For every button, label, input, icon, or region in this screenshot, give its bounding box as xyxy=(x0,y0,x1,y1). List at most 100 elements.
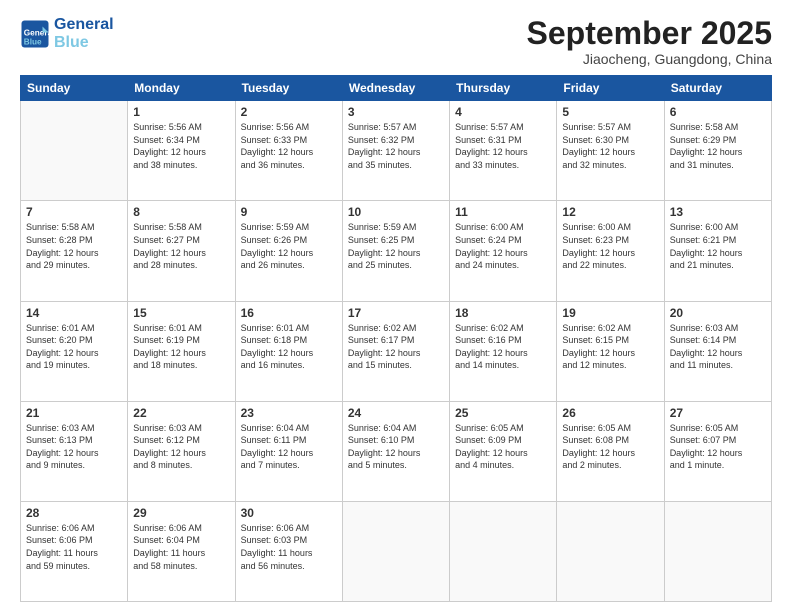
weekday-header-saturday: Saturday xyxy=(664,76,771,101)
week-row-4: 28 Sunrise: 6:06 AM Sunset: 6:06 PM Dayli… xyxy=(21,501,772,601)
calendar-cell: 29Sunrise: 6:06 AM Sunset: 6:04 PM Dayli… xyxy=(128,501,235,601)
day-number: 26 xyxy=(562,406,658,420)
month-title: September 2025 xyxy=(527,16,772,51)
day-info: Sunrise: 6:03 AM Sunset: 6:12 PM Dayligh… xyxy=(133,422,229,472)
calendar-cell: 18 Sunrise: 6:02 AM Sunset: 6:16 PM Dayli… xyxy=(450,301,557,401)
header: General Blue GeneralBlue September 2025 … xyxy=(20,16,772,67)
calendar-cell: 11Sunrise: 6:00 AM Sunset: 6:24 PM Dayli… xyxy=(450,201,557,301)
day-info: Sunrise: 5:58 AM Sunset: 6:29 PM Dayligh… xyxy=(670,121,766,171)
weekday-header-wednesday: Wednesday xyxy=(342,76,449,101)
day-number: 2 xyxy=(241,105,337,119)
calendar-cell: 16Sunrise: 6:01 AM Sunset: 6:18 PM Dayli… xyxy=(235,301,342,401)
day-info: Sunrise: 6:03 AM Sunset: 6:14 PM Dayligh… xyxy=(670,322,766,372)
calendar-cell: 13Sunrise: 6:00 AM Sunset: 6:21 PM Dayli… xyxy=(664,201,771,301)
calendar-cell: 26 Sunrise: 6:05 AM Sunset: 6:08 PM Dayli… xyxy=(557,401,664,501)
calendar-cell: 4 Sunrise: 5:57 AM Sunset: 6:31 PM Daylig… xyxy=(450,101,557,201)
weekday-header-row: SundayMondayTuesdayWednesdayThursdayFrid… xyxy=(21,76,772,101)
calendar-cell: 25 Sunrise: 6:05 AM Sunset: 6:09 PM Dayli… xyxy=(450,401,557,501)
location: Jiaocheng, Guangdong, China xyxy=(527,51,772,67)
page: General Blue GeneralBlue September 2025 … xyxy=(0,0,792,612)
day-number: 27 xyxy=(670,406,766,420)
calendar-cell xyxy=(450,501,557,601)
day-number: 23 xyxy=(241,406,337,420)
week-row-2: 14Sunrise: 6:01 AM Sunset: 6:20 PM Dayli… xyxy=(21,301,772,401)
logo-icon: General Blue xyxy=(20,19,50,49)
weekday-header-monday: Monday xyxy=(128,76,235,101)
day-number: 30 xyxy=(241,506,337,520)
weekday-header-thursday: Thursday xyxy=(450,76,557,101)
day-number: 17 xyxy=(348,306,444,320)
weekday-header-friday: Friday xyxy=(557,76,664,101)
day-number: 22 xyxy=(133,406,229,420)
day-info: Sunrise: 6:03 AM Sunset: 6:13 PM Dayligh… xyxy=(26,422,122,472)
week-row-1: 7 Sunrise: 5:58 AM Sunset: 6:28 PM Daylig… xyxy=(21,201,772,301)
day-number: 1 xyxy=(133,105,229,119)
calendar-cell: 24 Sunrise: 6:04 AM Sunset: 6:10 PM Dayli… xyxy=(342,401,449,501)
day-number: 4 xyxy=(455,105,551,119)
day-info: Sunrise: 5:58 AM Sunset: 6:28 PM Dayligh… xyxy=(26,221,122,271)
svg-text:Blue: Blue xyxy=(24,37,42,46)
day-info: Sunrise: 6:06 AM Sunset: 6:03 PM Dayligh… xyxy=(241,522,337,572)
day-number: 28 xyxy=(26,506,122,520)
calendar-cell: 22 Sunrise: 6:03 AM Sunset: 6:12 PM Dayli… xyxy=(128,401,235,501)
logo-text: GeneralBlue xyxy=(54,16,114,51)
day-info: Sunrise: 5:59 AM Sunset: 6:26 PM Dayligh… xyxy=(241,221,337,271)
day-info: Sunrise: 6:01 AM Sunset: 6:18 PM Dayligh… xyxy=(241,322,337,372)
day-info: Sunrise: 5:57 AM Sunset: 6:31 PM Dayligh… xyxy=(455,121,551,171)
day-number: 15 xyxy=(133,306,229,320)
calendar-cell: 30 Sunrise: 6:06 AM Sunset: 6:03 PM Dayli… xyxy=(235,501,342,601)
day-number: 10 xyxy=(348,205,444,219)
day-info: Sunrise: 5:56 AM Sunset: 6:34 PM Dayligh… xyxy=(133,121,229,171)
calendar-cell: 12Sunrise: 6:00 AM Sunset: 6:23 PM Dayli… xyxy=(557,201,664,301)
week-row-0: 1 Sunrise: 5:56 AM Sunset: 6:34 PM Daylig… xyxy=(21,101,772,201)
calendar-cell: 21Sunrise: 6:03 AM Sunset: 6:13 PM Dayli… xyxy=(21,401,128,501)
calendar-cell: 15 Sunrise: 6:01 AM Sunset: 6:19 PM Dayli… xyxy=(128,301,235,401)
day-info: Sunrise: 6:01 AM Sunset: 6:20 PM Dayligh… xyxy=(26,322,122,372)
calendar-cell xyxy=(557,501,664,601)
calendar-cell: 3 Sunrise: 5:57 AM Sunset: 6:32 PM Daylig… xyxy=(342,101,449,201)
day-info: Sunrise: 5:59 AM Sunset: 6:25 PM Dayligh… xyxy=(348,221,444,271)
calendar-cell: 28 Sunrise: 6:06 AM Sunset: 6:06 PM Dayli… xyxy=(21,501,128,601)
logo: General Blue GeneralBlue xyxy=(20,16,114,51)
day-number: 3 xyxy=(348,105,444,119)
day-info: Sunrise: 6:04 AM Sunset: 6:11 PM Dayligh… xyxy=(241,422,337,472)
calendar-cell: 1 Sunrise: 5:56 AM Sunset: 6:34 PM Daylig… xyxy=(128,101,235,201)
calendar-cell: 27 Sunrise: 6:05 AM Sunset: 6:07 PM Dayli… xyxy=(664,401,771,501)
day-number: 19 xyxy=(562,306,658,320)
weekday-header-tuesday: Tuesday xyxy=(235,76,342,101)
weekday-header-sunday: Sunday xyxy=(21,76,128,101)
day-info: Sunrise: 5:56 AM Sunset: 6:33 PM Dayligh… xyxy=(241,121,337,171)
day-info: Sunrise: 6:06 AM Sunset: 6:06 PM Dayligh… xyxy=(26,522,122,572)
day-info: Sunrise: 6:02 AM Sunset: 6:16 PM Dayligh… xyxy=(455,322,551,372)
calendar-cell xyxy=(342,501,449,601)
calendar-cell xyxy=(664,501,771,601)
calendar-cell: 10 Sunrise: 5:59 AM Sunset: 6:25 PM Dayli… xyxy=(342,201,449,301)
day-info: Sunrise: 5:57 AM Sunset: 6:32 PM Dayligh… xyxy=(348,121,444,171)
calendar-cell xyxy=(21,101,128,201)
day-info: Sunrise: 6:05 AM Sunset: 6:07 PM Dayligh… xyxy=(670,422,766,472)
day-number: 7 xyxy=(26,205,122,219)
title-block: September 2025 Jiaocheng, Guangdong, Chi… xyxy=(527,16,772,67)
day-number: 13 xyxy=(670,205,766,219)
day-info: Sunrise: 6:05 AM Sunset: 6:09 PM Dayligh… xyxy=(455,422,551,472)
calendar-cell: 9 Sunrise: 5:59 AM Sunset: 6:26 PM Daylig… xyxy=(235,201,342,301)
calendar-cell: 17Sunrise: 6:02 AM Sunset: 6:17 PM Dayli… xyxy=(342,301,449,401)
day-number: 5 xyxy=(562,105,658,119)
day-number: 9 xyxy=(241,205,337,219)
day-number: 20 xyxy=(670,306,766,320)
day-number: 29 xyxy=(133,506,229,520)
day-number: 18 xyxy=(455,306,551,320)
calendar-cell: 6Sunrise: 5:58 AM Sunset: 6:29 PM Daylig… xyxy=(664,101,771,201)
calendar-cell: 2 Sunrise: 5:56 AM Sunset: 6:33 PM Daylig… xyxy=(235,101,342,201)
week-row-3: 21Sunrise: 6:03 AM Sunset: 6:13 PM Dayli… xyxy=(21,401,772,501)
day-info: Sunrise: 6:02 AM Sunset: 6:15 PM Dayligh… xyxy=(562,322,658,372)
calendar: SundayMondayTuesdayWednesdayThursdayFrid… xyxy=(20,75,772,602)
day-number: 8 xyxy=(133,205,229,219)
svg-text:General: General xyxy=(24,28,50,37)
day-info: Sunrise: 6:05 AM Sunset: 6:08 PM Dayligh… xyxy=(562,422,658,472)
day-info: Sunrise: 6:04 AM Sunset: 6:10 PM Dayligh… xyxy=(348,422,444,472)
calendar-cell: 14Sunrise: 6:01 AM Sunset: 6:20 PM Dayli… xyxy=(21,301,128,401)
day-number: 25 xyxy=(455,406,551,420)
day-info: Sunrise: 6:01 AM Sunset: 6:19 PM Dayligh… xyxy=(133,322,229,372)
day-number: 24 xyxy=(348,406,444,420)
